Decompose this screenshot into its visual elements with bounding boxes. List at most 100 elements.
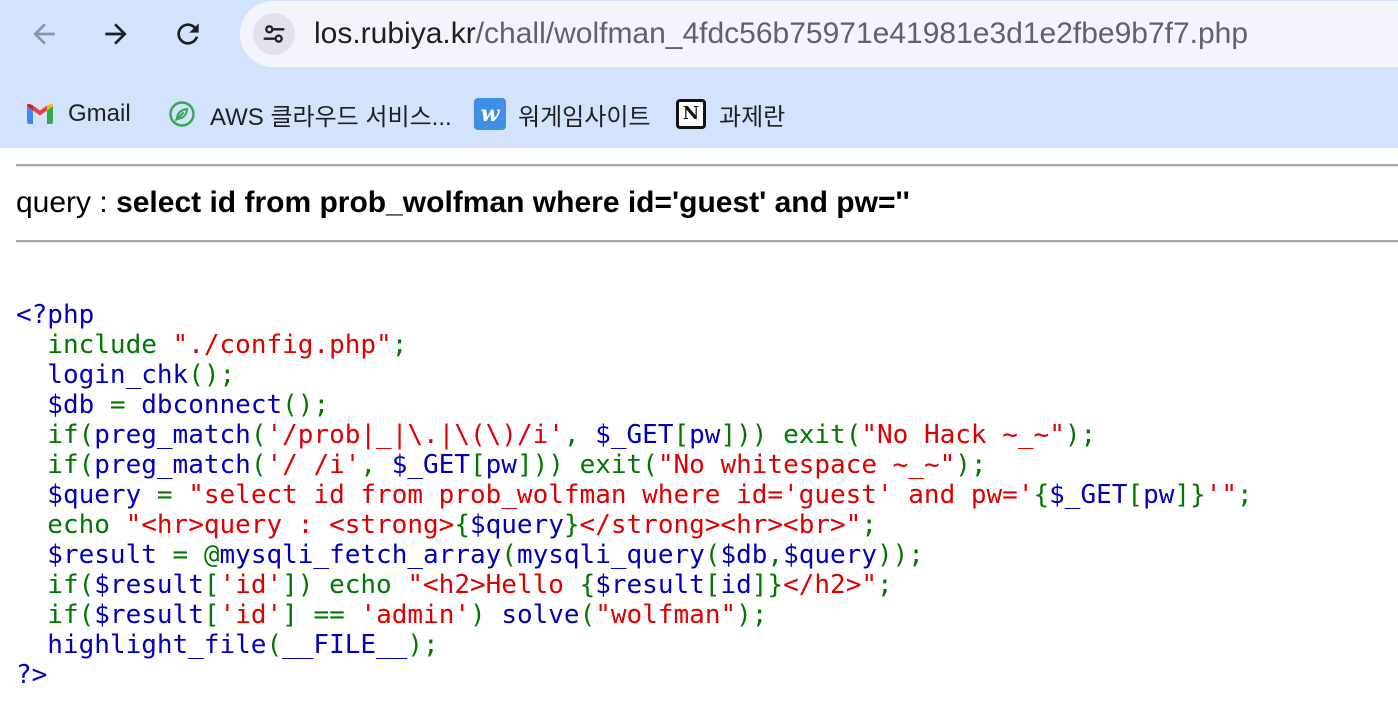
code-token: {	[1033, 480, 1050, 510]
wargame-w-icon: w	[474, 98, 506, 130]
code-token: "./config.php"	[172, 330, 392, 360]
code-token: ]) echo	[282, 570, 408, 600]
code-token: (	[266, 630, 283, 660]
forward-button[interactable]	[96, 14, 136, 54]
code-token: );	[407, 630, 439, 660]
bookmark-label: 과제란	[719, 103, 786, 131]
code-token: pw	[689, 420, 721, 450]
query-line: query : select id from prob_wolfman wher…	[16, 184, 910, 222]
code-line: $result = @mysqli_fetch_array(mysqli_que…	[16, 540, 1253, 570]
code-token: if(	[16, 420, 95, 450]
code-token: id	[720, 570, 752, 600]
code-token: if(	[16, 600, 95, 630]
tune-icon	[263, 25, 285, 43]
code-token: 'id'	[219, 570, 283, 600]
code-line: if(preg_match('/prob|_|\.|\(\)/i', $_GET…	[16, 420, 1253, 450]
code-token: highlight_file	[16, 630, 267, 660]
code-token: ;	[861, 510, 877, 540]
code-token: ]}	[1174, 480, 1206, 510]
code-token: 'admin'	[360, 600, 470, 630]
code-token: $_GET	[1049, 480, 1128, 510]
arrow-forward-icon	[105, 23, 127, 45]
code-token: $_GET	[595, 420, 674, 450]
query-sql: select id from prob_wolfman where id='gu…	[116, 186, 910, 219]
code-token: dbconnect	[141, 390, 283, 420]
code-token: (	[250, 420, 267, 450]
code-token: preg_match	[94, 420, 251, 450]
code-token: __FILE__	[282, 630, 408, 660]
code-token: ();	[188, 360, 236, 390]
code-token: }	[563, 510, 580, 540]
code-token: ]}	[751, 570, 784, 600]
bookmark-label: 워게임사이트	[518, 103, 651, 131]
code-token: (	[501, 540, 517, 570]
bookmark-wargame[interactable]: w 워게임사이트	[474, 88, 650, 140]
code-token: '/prob|_|\.|\(\)/i'	[266, 420, 564, 450]
address-bar[interactable]: los.rubiya.kr/chall/wolfman_4fdc56b75971…	[240, 1, 1398, 67]
code-token: mysqli_fetch_array	[219, 540, 502, 570]
code-token: if(	[16, 570, 95, 600]
code-token: (	[250, 450, 267, 480]
code-line: if(preg_match('/ /i', $_GET[pw])) exit("…	[16, 450, 1253, 480]
url-host: los.rubiya.kr	[314, 17, 476, 50]
code-token: 'id'	[219, 600, 283, 630]
code-line: include "./config.php";	[16, 330, 1253, 360]
code-token: "<hr>query : <strong>	[125, 510, 455, 540]
code-token: );	[1064, 420, 1097, 450]
code-line: if($result['id'] == 'admin') solve("wolf…	[16, 600, 1253, 630]
reload-icon	[177, 23, 199, 45]
code-token: ?>	[16, 660, 48, 690]
horizontal-rule	[16, 240, 1398, 243]
code-token: "No whitespace ~_~"	[657, 450, 956, 480]
wargame-logo-letter: w	[474, 98, 506, 130]
bookmark-gmail[interactable]: Gmail	[24, 88, 131, 140]
code-line: <?php	[16, 300, 1253, 330]
notion-logo-letter: N	[676, 99, 706, 129]
code-token: [	[470, 450, 486, 480]
code-token: '"	[1205, 480, 1238, 510]
php-source: <?php include "./config.php"; login_chk(…	[16, 300, 1253, 690]
aws-leaf-icon	[166, 98, 198, 130]
code-line: $query = "select id from prob_wolfman wh…	[16, 480, 1253, 510]
code-token: pw	[485, 450, 517, 480]
code-token: </h2>"	[783, 570, 877, 600]
code-token: [	[704, 570, 721, 600]
code-token: [	[1127, 480, 1144, 510]
code-line: highlight_file(__FILE__);	[16, 630, 1253, 660]
code-token: [	[203, 600, 220, 630]
site-info-button[interactable]	[253, 13, 295, 55]
code-token: ,	[767, 540, 784, 570]
code-token: ;	[391, 330, 408, 360]
code-token: $result	[94, 600, 204, 630]
back-button[interactable]	[24, 14, 64, 54]
bookmark-label: AWS 클라우드 서비스...	[210, 103, 452, 131]
horizontal-rule	[16, 164, 1398, 167]
browser-toolbar: los.rubiya.kr/chall/wolfman_4fdc56b75971…	[0, 0, 1398, 148]
bookmark-notion[interactable]: N 과제란	[675, 88, 785, 140]
arrow-back-icon	[33, 23, 55, 45]
code-token: mysqli_query	[516, 540, 705, 570]
code-token: [	[673, 420, 690, 450]
reload-button[interactable]	[168, 14, 208, 54]
code-token: (	[579, 600, 596, 630]
url-text[interactable]: los.rubiya.kr/chall/wolfman_4fdc56b75971…	[314, 1, 1248, 67]
url-path: /chall/wolfman_4fdc56b75971e41981e3d1e2f…	[475, 17, 1249, 50]
code-token: [	[203, 570, 220, 600]
code-token: ])) exit(	[720, 420, 862, 450]
code-token: {	[579, 570, 596, 600]
gmail-icon	[24, 98, 56, 130]
code-token: )	[470, 600, 502, 630]
code-token: ;	[1237, 480, 1253, 510]
page-content: query : select id from prob_wolfman wher…	[0, 148, 1398, 718]
code-token: {	[454, 510, 470, 540]
code-token: =	[94, 390, 142, 420]
code-token: $db	[16, 390, 95, 420]
code-token: include	[16, 330, 173, 360]
code-token: "<h2>Hello	[407, 570, 580, 600]
bookmark-aws[interactable]: AWS 클라우드 서비스...	[166, 88, 452, 140]
code-token: "select id from prob_wolfman where id='g…	[188, 480, 1034, 510]
bookmarks-bar: Gmail AWS 클라우드 서비스... w 워게임사이트 N 과제란	[0, 88, 1398, 140]
code-token: "wolfman"	[595, 600, 737, 630]
code-token: );	[955, 450, 987, 480]
code-token: solve	[501, 600, 580, 630]
